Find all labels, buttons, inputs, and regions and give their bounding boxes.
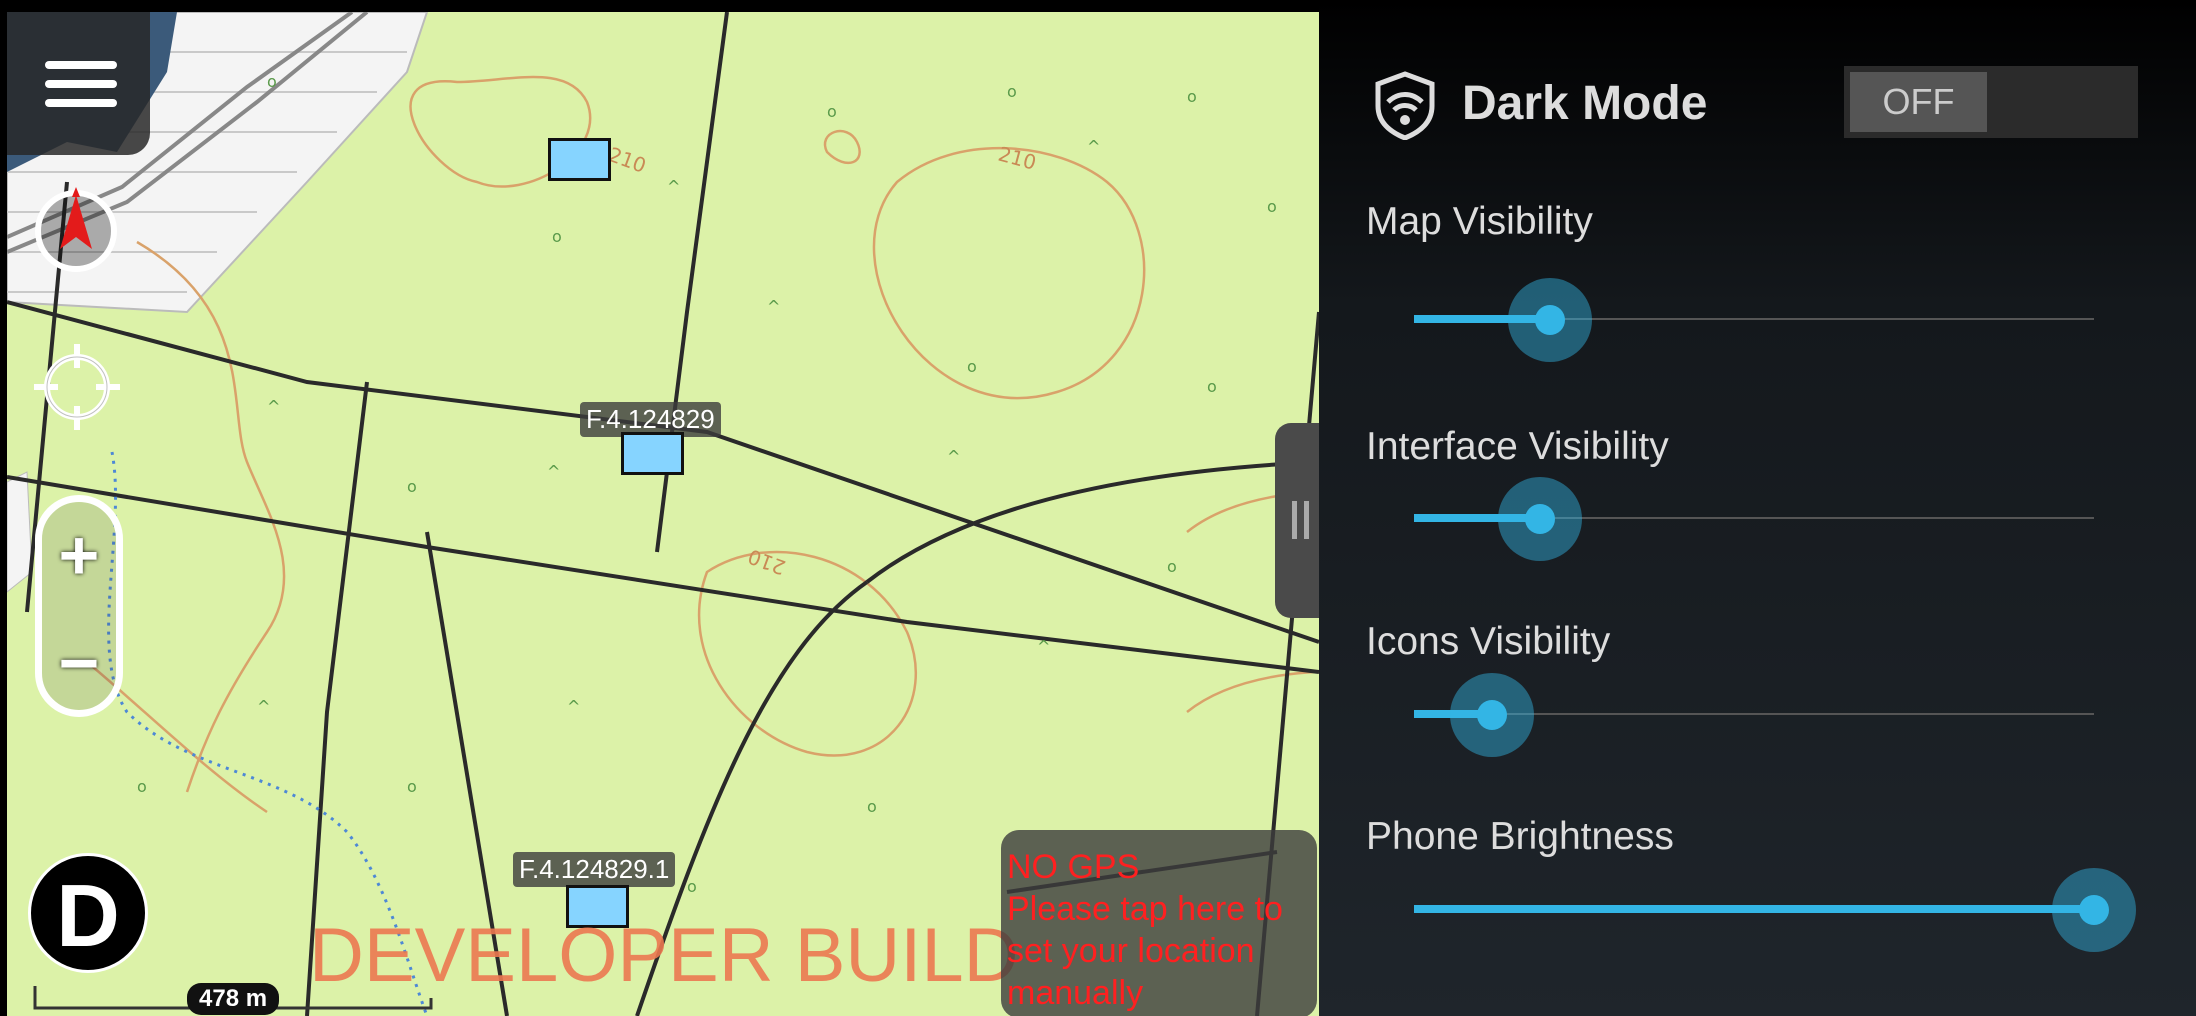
zoom-control: + −: [35, 495, 123, 717]
zoom-in-icon[interactable]: +: [42, 520, 116, 590]
svg-text:o: o: [267, 72, 277, 91]
svg-text:o: o: [1267, 197, 1277, 216]
wifi-shield-icon: [1375, 71, 1435, 140]
parcel-marker[interactable]: [548, 138, 611, 181]
no-gps-notice[interactable]: NO GPS Please tap here to set your locat…: [1001, 830, 1317, 1016]
svg-text:o: o: [867, 797, 877, 816]
svg-text:210: 210: [605, 142, 649, 178]
svg-text:o: o: [1207, 377, 1217, 396]
svg-text:^: ^: [1087, 137, 1100, 156]
svg-text:^: ^: [1037, 637, 1050, 656]
dark-mode-toggle-label: OFF: [1850, 72, 1987, 132]
svg-text:^: ^: [547, 462, 560, 481]
parcel-marker[interactable]: [621, 432, 684, 475]
drawer-handle[interactable]: [1275, 423, 1319, 618]
svg-text:210: 210: [996, 142, 1039, 175]
svg-text:o: o: [407, 477, 417, 496]
svg-text:o: o: [827, 102, 837, 121]
map-view[interactable]: 210 210 210 o o ^ ooo ^ ^ o o ^ o ^ o ^ o ^ o o ^ o …: [7, 12, 1319, 1016]
icons-visibility-label: Icons Visibility: [1366, 620, 1611, 663]
map-visibility-label: Map Visibility: [1366, 200, 1593, 243]
no-gps-title: NO GPS: [1007, 848, 1140, 886]
map-visibility-slider[interactable]: [1414, 270, 2094, 370]
dark-mode-toggle[interactable]: OFF: [1844, 66, 2138, 138]
svg-text:^: ^: [567, 697, 580, 716]
svg-text:o: o: [967, 357, 977, 376]
icons-visibility-slider[interactable]: [1414, 665, 2094, 765]
scale-label: 478 m: [187, 983, 280, 1015]
phone-brightness-slider[interactable]: [1414, 860, 2136, 960]
menu-button[interactable]: [7, 12, 150, 155]
locate-crosshair-icon[interactable]: [32, 342, 122, 432]
svg-text:o: o: [1007, 82, 1017, 101]
svg-text:^: ^: [667, 177, 680, 196]
app-logo: D: [28, 853, 148, 973]
svg-text:o: o: [1187, 87, 1197, 106]
svg-text:^: ^: [257, 697, 270, 716]
svg-text:^: ^: [267, 397, 280, 416]
interface-visibility-label: Interface Visibility: [1366, 425, 1669, 468]
svg-text:^: ^: [767, 297, 780, 316]
phone-brightness-label: Phone Brightness: [1366, 815, 1674, 858]
compass-icon[interactable]: [32, 187, 120, 275]
svg-text:o: o: [1167, 557, 1177, 576]
svg-text:o: o: [552, 227, 562, 246]
svg-text:o: o: [137, 777, 147, 796]
svg-text:^: ^: [947, 447, 960, 466]
svg-text:o: o: [407, 777, 417, 796]
settings-panel: Dark Mode OFF Map Visibility Interface V…: [1319, 0, 2196, 1016]
svg-text:210: 210: [745, 544, 789, 580]
dark-mode-title: Dark Mode: [1462, 77, 1708, 130]
parcel-label: F.4.124829.1: [513, 852, 676, 887]
no-gps-message: Please tap here to set your location man…: [1007, 890, 1283, 1012]
svg-text:o: o: [687, 877, 697, 896]
zoom-out-icon[interactable]: −: [42, 628, 116, 698]
interface-visibility-slider[interactable]: [1414, 469, 2094, 569]
